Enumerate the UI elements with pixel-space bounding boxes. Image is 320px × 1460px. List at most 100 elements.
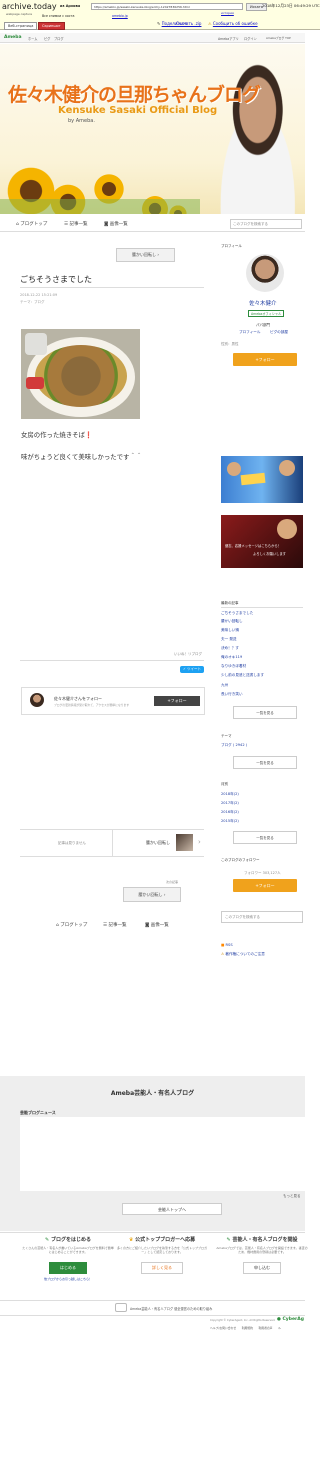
- ad-text-1: 健志、応援メッセージはこちらから！: [225, 544, 281, 548]
- chevron-right-icon[interactable]: ›: [198, 838, 201, 846]
- recent-item[interactable]: 俺のオキ119: [221, 655, 242, 660]
- recent-item[interactable]: 夫一 発送: [221, 637, 237, 642]
- promo-desc: Amebaブログでは、芸能人・有名人ブログを開設できます。審査のため、機材費用の…: [216, 1246, 308, 1254]
- month-item[interactable]: 2017年(2): [221, 801, 239, 806]
- bottom-nav-list[interactable]: ☰ 記事一覧: [103, 922, 126, 928]
- promo-top-blogger: ♛ 公式トップブロガーへ応募 多くの方にご紹介したいブログを執筆する方を「公式ト…: [112, 1236, 212, 1274]
- copyright: Copyright © CyberAgent, Inc. All Rights …: [210, 1319, 276, 1322]
- person-image: [279, 460, 295, 476]
- login-link[interactable]: ログイン: [244, 36, 257, 41]
- ameblo-link[interactable]: ameblo.jp: [112, 14, 128, 18]
- news-more-link[interactable]: もっと見る: [283, 1194, 301, 1199]
- ginger-shape: [26, 377, 44, 389]
- recent-heading: 最新の記事: [221, 601, 239, 605]
- nav-image-list[interactable]: ◙ 画像一覧: [104, 221, 128, 227]
- prev-entry-link[interactable]: 腰かい回転し: [146, 840, 170, 846]
- start-blog-button[interactable]: はじめる: [49, 1262, 87, 1274]
- ad-banner-2[interactable]: 健志、応援メッセージはこちらから！ よろしくお願いします: [221, 515, 303, 568]
- entry-theme[interactable]: テーマ：ブログ: [20, 300, 45, 305]
- recent-item[interactable]: 美味しい鍋: [221, 628, 239, 633]
- theme-item[interactable]: ブログ ( 2942 ): [221, 743, 247, 748]
- bottom-nav-top[interactable]: ⌂ ブログトップ: [56, 922, 87, 928]
- pigg-room-link[interactable]: ピグの部屋: [270, 330, 288, 335]
- copyright-notice-link[interactable]: ⚠ 著作権についてのご注意: [221, 952, 265, 957]
- profile-avatar[interactable]: [246, 254, 284, 292]
- cup-shape: [25, 333, 47, 355]
- recent-item[interactable]: ごちそうさまでした: [221, 611, 253, 616]
- apply-button[interactable]: 申し込む: [243, 1262, 281, 1274]
- tab-screenshot[interactable]: Скриншот: [38, 22, 65, 30]
- person-image: [277, 519, 297, 539]
- migrate-link[interactable]: 他ブログからお引っ越しはこちら！: [18, 1277, 118, 1281]
- month-item[interactable]: 2016年(2): [221, 810, 239, 815]
- recent-item[interactable]: 長い行き笑い: [221, 692, 243, 697]
- archive-logo[interactable]: archive.today: [2, 2, 57, 11]
- tweet-button[interactable]: ✓ ツイート: [180, 666, 205, 673]
- month-item[interactable]: 2018年(2): [221, 792, 239, 797]
- app-link[interactable]: Amebaアプリ: [218, 36, 239, 41]
- blog-top-link[interactable]: Amebaブログ TOP: [266, 36, 291, 40]
- url-field[interactable]: https://ameblo.jp/sasaki-kensuke-blog/en…: [91, 3, 243, 10]
- policy-link[interactable]: Ameba芸能人・有名人ブログ 健全運営のための取り組み: [130, 1306, 212, 1311]
- like-reblog-link[interactable]: いいね！リブログ: [174, 652, 202, 657]
- cyberagent-logo: ● CyberAg: [277, 1317, 304, 1322]
- recent-item[interactable]: なりゆきほ着材: [221, 664, 246, 669]
- follow-name: 佐々木健介さんをフォロー: [54, 696, 102, 701]
- celebrity-top-button[interactable]: 芸能人トップへ: [122, 1203, 222, 1215]
- chevron-right-icon: ›: [163, 892, 166, 897]
- blog-search-input[interactable]: このブログを検索する: [230, 219, 302, 229]
- month-item[interactable]: 2015年(2): [221, 819, 239, 824]
- footer-section: Ameba芸能人・有名人ブログ 芸能ブログニュース もっと見る 芸能人トップへ: [0, 1076, 305, 1231]
- top-blogger-button[interactable]: 詳しく見る: [141, 1262, 183, 1274]
- recent-item[interactable]: 決め！？す: [221, 646, 239, 651]
- ameba-logo[interactable]: Ameba: [4, 35, 21, 40]
- bottom-nav-images[interactable]: ◙ 画像一覧: [145, 922, 169, 928]
- profile-genre: パパ部門: [256, 323, 270, 327]
- month-more-button[interactable]: 一覧を見る: [233, 831, 297, 844]
- ad-banner-1[interactable]: [221, 456, 303, 503]
- followers-heading: このブログのフォロワー: [221, 858, 260, 862]
- noodles-shape: [35, 345, 127, 407]
- policy-icon: [115, 1303, 127, 1312]
- divider: [0, 1315, 305, 1316]
- recent-item[interactable]: 腰かい回転し: [221, 619, 243, 624]
- blog-banner[interactable]: 佐々木健介の旦那ちゃんブログ Kensuke Sasaki Official B…: [0, 44, 305, 214]
- month-heading: 月別: [221, 782, 228, 786]
- follow-box: 佐々木健介さんをフォロー ブログの更新情報が受け取れて、アクセスが簡単になります…: [21, 687, 205, 715]
- report-link[interactable]: ⚠ Сообщить об ошибке: [208, 21, 258, 26]
- yakisoba-photo[interactable]: [21, 329, 140, 419]
- follow-button[interactable]: +フォロー: [154, 696, 200, 706]
- crumb-blog[interactable]: ブログ: [54, 36, 64, 41]
- divider: [20, 856, 204, 857]
- divider: [20, 287, 204, 288]
- prev-entry-button-bottom[interactable]: 腰かい回転し ›: [123, 887, 181, 902]
- profile-heading: プロフィール: [221, 244, 242, 248]
- recent-item[interactable]: 少し前の見遣と送書します: [221, 673, 264, 678]
- profile-name[interactable]: 佐々木健介: [249, 299, 277, 307]
- divider: [0, 1300, 305, 1301]
- theme-more-button[interactable]: 一覧を見る: [233, 756, 297, 769]
- profile-gender: 性別：男性: [221, 342, 239, 346]
- rss-link[interactable]: ■ RSS: [221, 943, 233, 947]
- ad-text-2: よろしくお願いします: [253, 552, 286, 556]
- footer-links[interactable]: ヘルプ/お問い合わせ 利用規約 利用者の声 ル: [210, 1326, 281, 1330]
- recent-more-button[interactable]: 一覧を見る: [233, 706, 297, 719]
- sidebar-search-input[interactable]: このブログを検索する: [221, 911, 303, 923]
- crumb-pigg[interactable]: ピグ: [44, 36, 50, 41]
- nav-entry-list[interactable]: ☰ 記事一覧: [64, 221, 87, 227]
- recent-item[interactable]: 九州: [221, 683, 228, 688]
- grass-image: [0, 199, 200, 214]
- prev-entry-button[interactable]: 腰かい回転し ›: [116, 248, 175, 262]
- nav-blog-top[interactable]: ⌂ ブログトップ: [16, 221, 47, 227]
- profile-link[interactable]: プロフィール: [239, 330, 261, 335]
- sidebar-follow-button[interactable]: +フォロー: [233, 353, 297, 366]
- crumb-home[interactable]: ホーム: [28, 36, 37, 41]
- download-link[interactable]: Скачать .zip: [176, 21, 201, 26]
- archive-subtitle: webpage capture: [6, 12, 33, 16]
- entry-title[interactable]: ごちそうさまでした: [20, 274, 92, 285]
- tab-webpage[interactable]: Веб-страница: [4, 22, 38, 30]
- history-link[interactable]: история: [221, 11, 234, 15]
- prev-entry-thumbnail[interactable]: [176, 834, 193, 851]
- person-image: [227, 462, 241, 476]
- sidebar-follow-button-2[interactable]: +フォロー: [233, 879, 297, 892]
